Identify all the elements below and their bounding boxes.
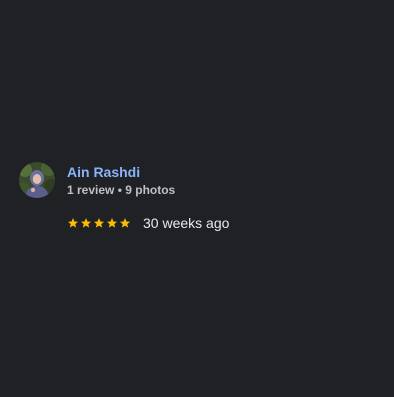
avatar-photo <box>19 162 55 198</box>
star-icon <box>68 218 78 228</box>
review-card: Ain Rashdi 1 review • 9 photos 30 weeks … <box>19 162 379 232</box>
reviewer-name[interactable]: Ain Rashdi <box>67 163 175 181</box>
star-icon <box>94 218 104 228</box>
reviewer-meta: Ain Rashdi 1 review • 9 photos <box>67 163 175 198</box>
reviewer-stats: 1 review • 9 photos <box>67 183 176 197</box>
review-header: Ain Rashdi 1 review • 9 photos <box>19 162 379 198</box>
star-icon <box>81 218 91 228</box>
star-rating <box>67 217 131 229</box>
star-icon <box>107 218 117 228</box>
avatar[interactable] <box>19 162 55 198</box>
star-icon <box>120 218 130 228</box>
review-time: 30 weeks ago <box>143 215 230 231</box>
rating-row: 30 weeks ago <box>67 214 379 232</box>
